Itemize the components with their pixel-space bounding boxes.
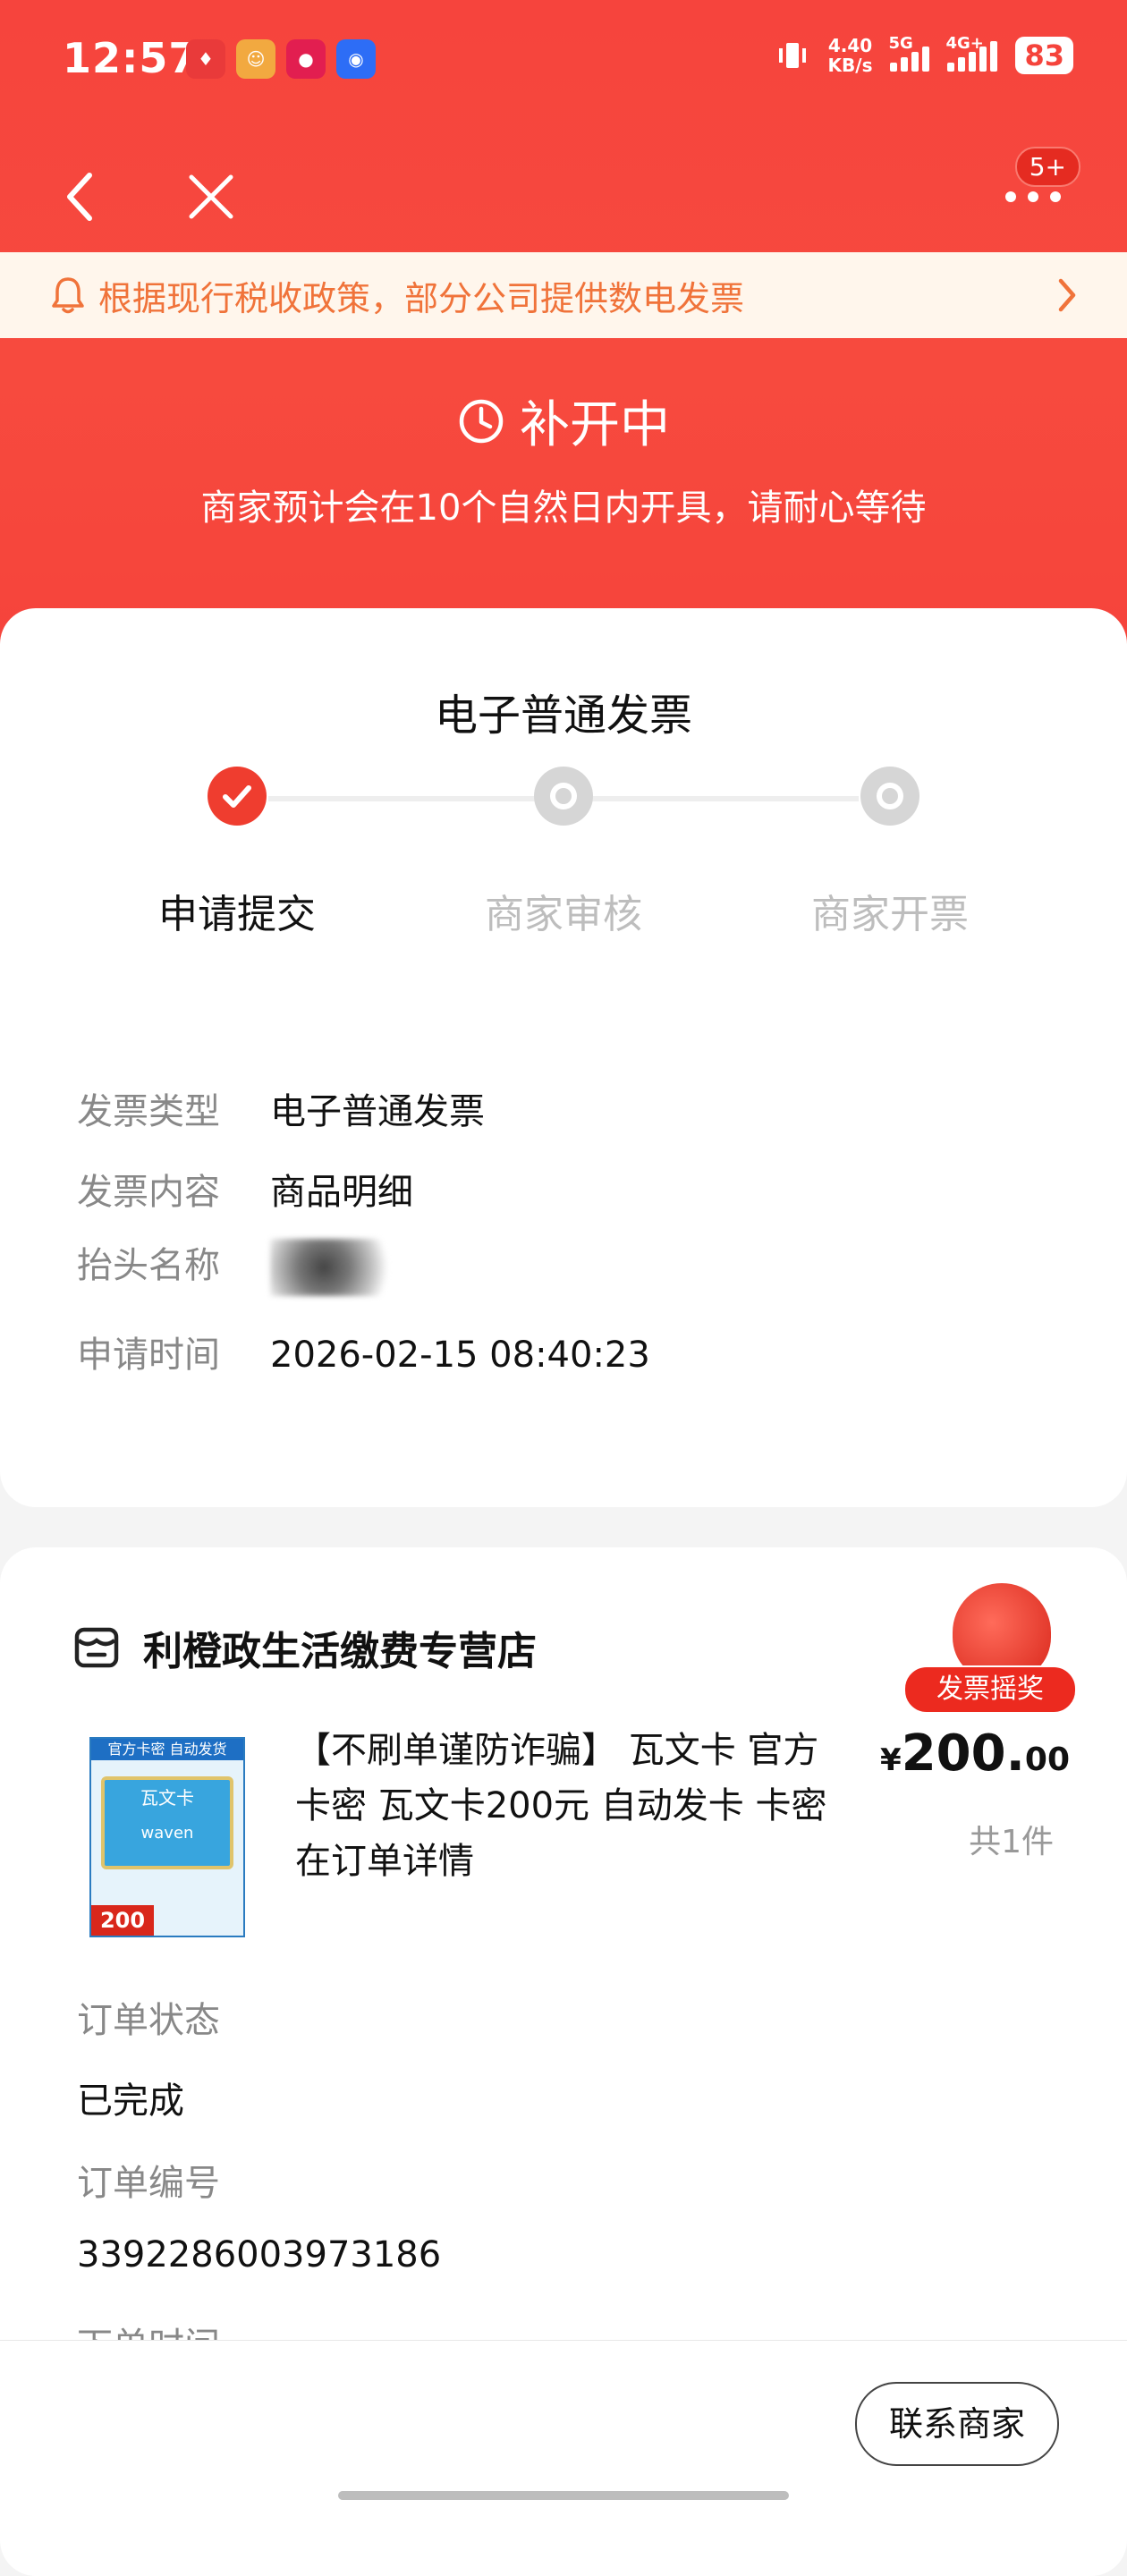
detail-value: 2026-02-15 08:40:23 xyxy=(270,1335,650,1376)
product-image-header: 官方卡密 自动发货 xyxy=(91,1739,243,1760)
price-integer: 200. xyxy=(901,1724,1025,1783)
status-title: 补开中 xyxy=(520,396,670,454)
bell-icon xyxy=(52,277,84,314)
detail-value: 电子普通发票 xyxy=(270,1091,485,1132)
speed-unit: KB/s xyxy=(827,55,873,76)
price-decimal: 00 xyxy=(1024,1741,1070,1778)
order-status-label: 订单状态 xyxy=(77,2000,220,2041)
detail-row-content: 发票内容 商品明细 xyxy=(77,1163,1061,1215)
more-icon[interactable] xyxy=(1002,183,1064,210)
detail-key: 发票类型 xyxy=(77,1091,220,1132)
app-icon-3: ● xyxy=(286,39,326,79)
store-icon xyxy=(74,1627,119,1668)
message-badge: 5+ xyxy=(1014,147,1080,187)
notification-icons: ♦ ☺ ● ◉ xyxy=(186,39,376,79)
order-number-value: 3392286003973186 xyxy=(77,2234,442,2275)
vibrate-icon xyxy=(778,43,806,68)
order-status-value: 已完成 xyxy=(77,2080,184,2122)
detail-value: 商品明细 xyxy=(270,1172,413,1213)
detail-key: 抬头名称 xyxy=(77,1245,220,1286)
clock-icon xyxy=(459,399,504,443)
net-label-1: 5G xyxy=(888,34,913,53)
product-price-tag: 200 元 xyxy=(91,1905,154,1963)
contact-merchant-button[interactable]: 联系商家 xyxy=(855,2382,1059,2466)
system-indicators: 4.40 KB/s 5G 4G+ 83 xyxy=(775,34,1073,75)
store-name: 利橙政生活缴费专营店 xyxy=(143,1629,537,1674)
bottom-action-bar: 联系商家 xyxy=(0,2340,1127,2505)
nav-bar: 5+ xyxy=(0,134,1127,250)
product-price: ¥200.00 xyxy=(880,1724,1070,1783)
lottery-label: 发票摇奖 xyxy=(903,1665,1077,1714)
store-header[interactable]: 利橙政生活缴费专营店 xyxy=(73,1619,537,1676)
signal-4g-icon: 4G+ xyxy=(945,34,998,72)
app-icon-4: ◉ xyxy=(336,39,376,79)
app-icon-1: ♦ xyxy=(186,39,225,79)
invoice-title: 电子普通发票 xyxy=(434,691,692,741)
battery-indicator: 83 xyxy=(1015,37,1073,74)
detail-row-header-name: 抬头名称 xyxy=(77,1236,1061,1296)
step-label-submit: 申请提交 xyxy=(158,892,316,937)
close-icon[interactable] xyxy=(184,170,238,224)
speed-value: 4.40 xyxy=(827,35,873,56)
step-label-issue: 商家开票 xyxy=(811,892,969,937)
step-2-pending-icon xyxy=(534,767,593,826)
net-label-2: 4G+ xyxy=(945,34,984,53)
notice-text: 根据现行税收政策，部分公司提供数电发票 xyxy=(98,278,745,318)
detail-key: 发票内容 xyxy=(77,1172,220,1213)
step-3-pending-icon xyxy=(860,767,919,826)
product-quantity: 共1件 xyxy=(969,1824,1054,1860)
status-title-row: 补开中 xyxy=(0,385,1127,457)
order-number-label: 订单编号 xyxy=(77,2163,220,2204)
product-title[interactable]: 【不刷单谨防诈骗】 瓦文卡 官方卡密 瓦文卡200元 自动发卡 卡密在订单详情 xyxy=(295,1723,850,1889)
invoice-status-block: 补开中 商家预计会在10个自然日内开具，请耐心等待 xyxy=(0,385,1127,530)
product-card-brand: waven xyxy=(140,1824,194,1843)
price-currency: ¥ xyxy=(880,1742,902,1778)
detail-row-type: 发票类型 电子普通发票 xyxy=(77,1082,1061,1134)
invoice-lottery-button[interactable]: 发票摇奖 xyxy=(903,1583,1082,1714)
step-1-check-icon xyxy=(208,767,267,826)
detail-row-time: 申请时间 2026-02-15 08:40:23 xyxy=(77,1326,1061,1377)
step-label-review: 商家审核 xyxy=(485,892,642,937)
invoice-card: 电子普通发票 申请提交 商家审核 商家开票 发票类型 电子普通发票 发票内容 商品明… xyxy=(0,608,1127,1507)
home-indicator[interactable] xyxy=(338,2491,789,2500)
tax-notice-banner[interactable]: 根据现行税收政策，部分公司提供数电发票 xyxy=(0,252,1127,338)
status-bar: 12:57 ♦ ☺ ● ◉ 4.40 KB/s 5G 4G+ 83 xyxy=(0,0,1127,125)
product-card-graphic: 瓦文卡 waven xyxy=(101,1776,233,1869)
detail-key: 申请时间 xyxy=(77,1335,220,1376)
clock: 12:57 xyxy=(63,34,199,82)
status-subtitle: 商家预计会在10个自然日内开具，请耐心等待 xyxy=(200,487,927,529)
redacted-value xyxy=(270,1239,404,1296)
app-icon-2: ☺ xyxy=(236,39,275,79)
product-card-text: 瓦文卡 xyxy=(140,1787,194,1809)
signal-5g-icon: 5G xyxy=(888,34,930,72)
chevron-right-icon xyxy=(1058,278,1076,312)
back-arrow-icon[interactable] xyxy=(59,170,104,224)
network-speed: 4.40 KB/s xyxy=(828,36,873,75)
product-image[interactable]: 官方卡密 自动发货 瓦文卡 waven 200 元 xyxy=(89,1737,245,1963)
